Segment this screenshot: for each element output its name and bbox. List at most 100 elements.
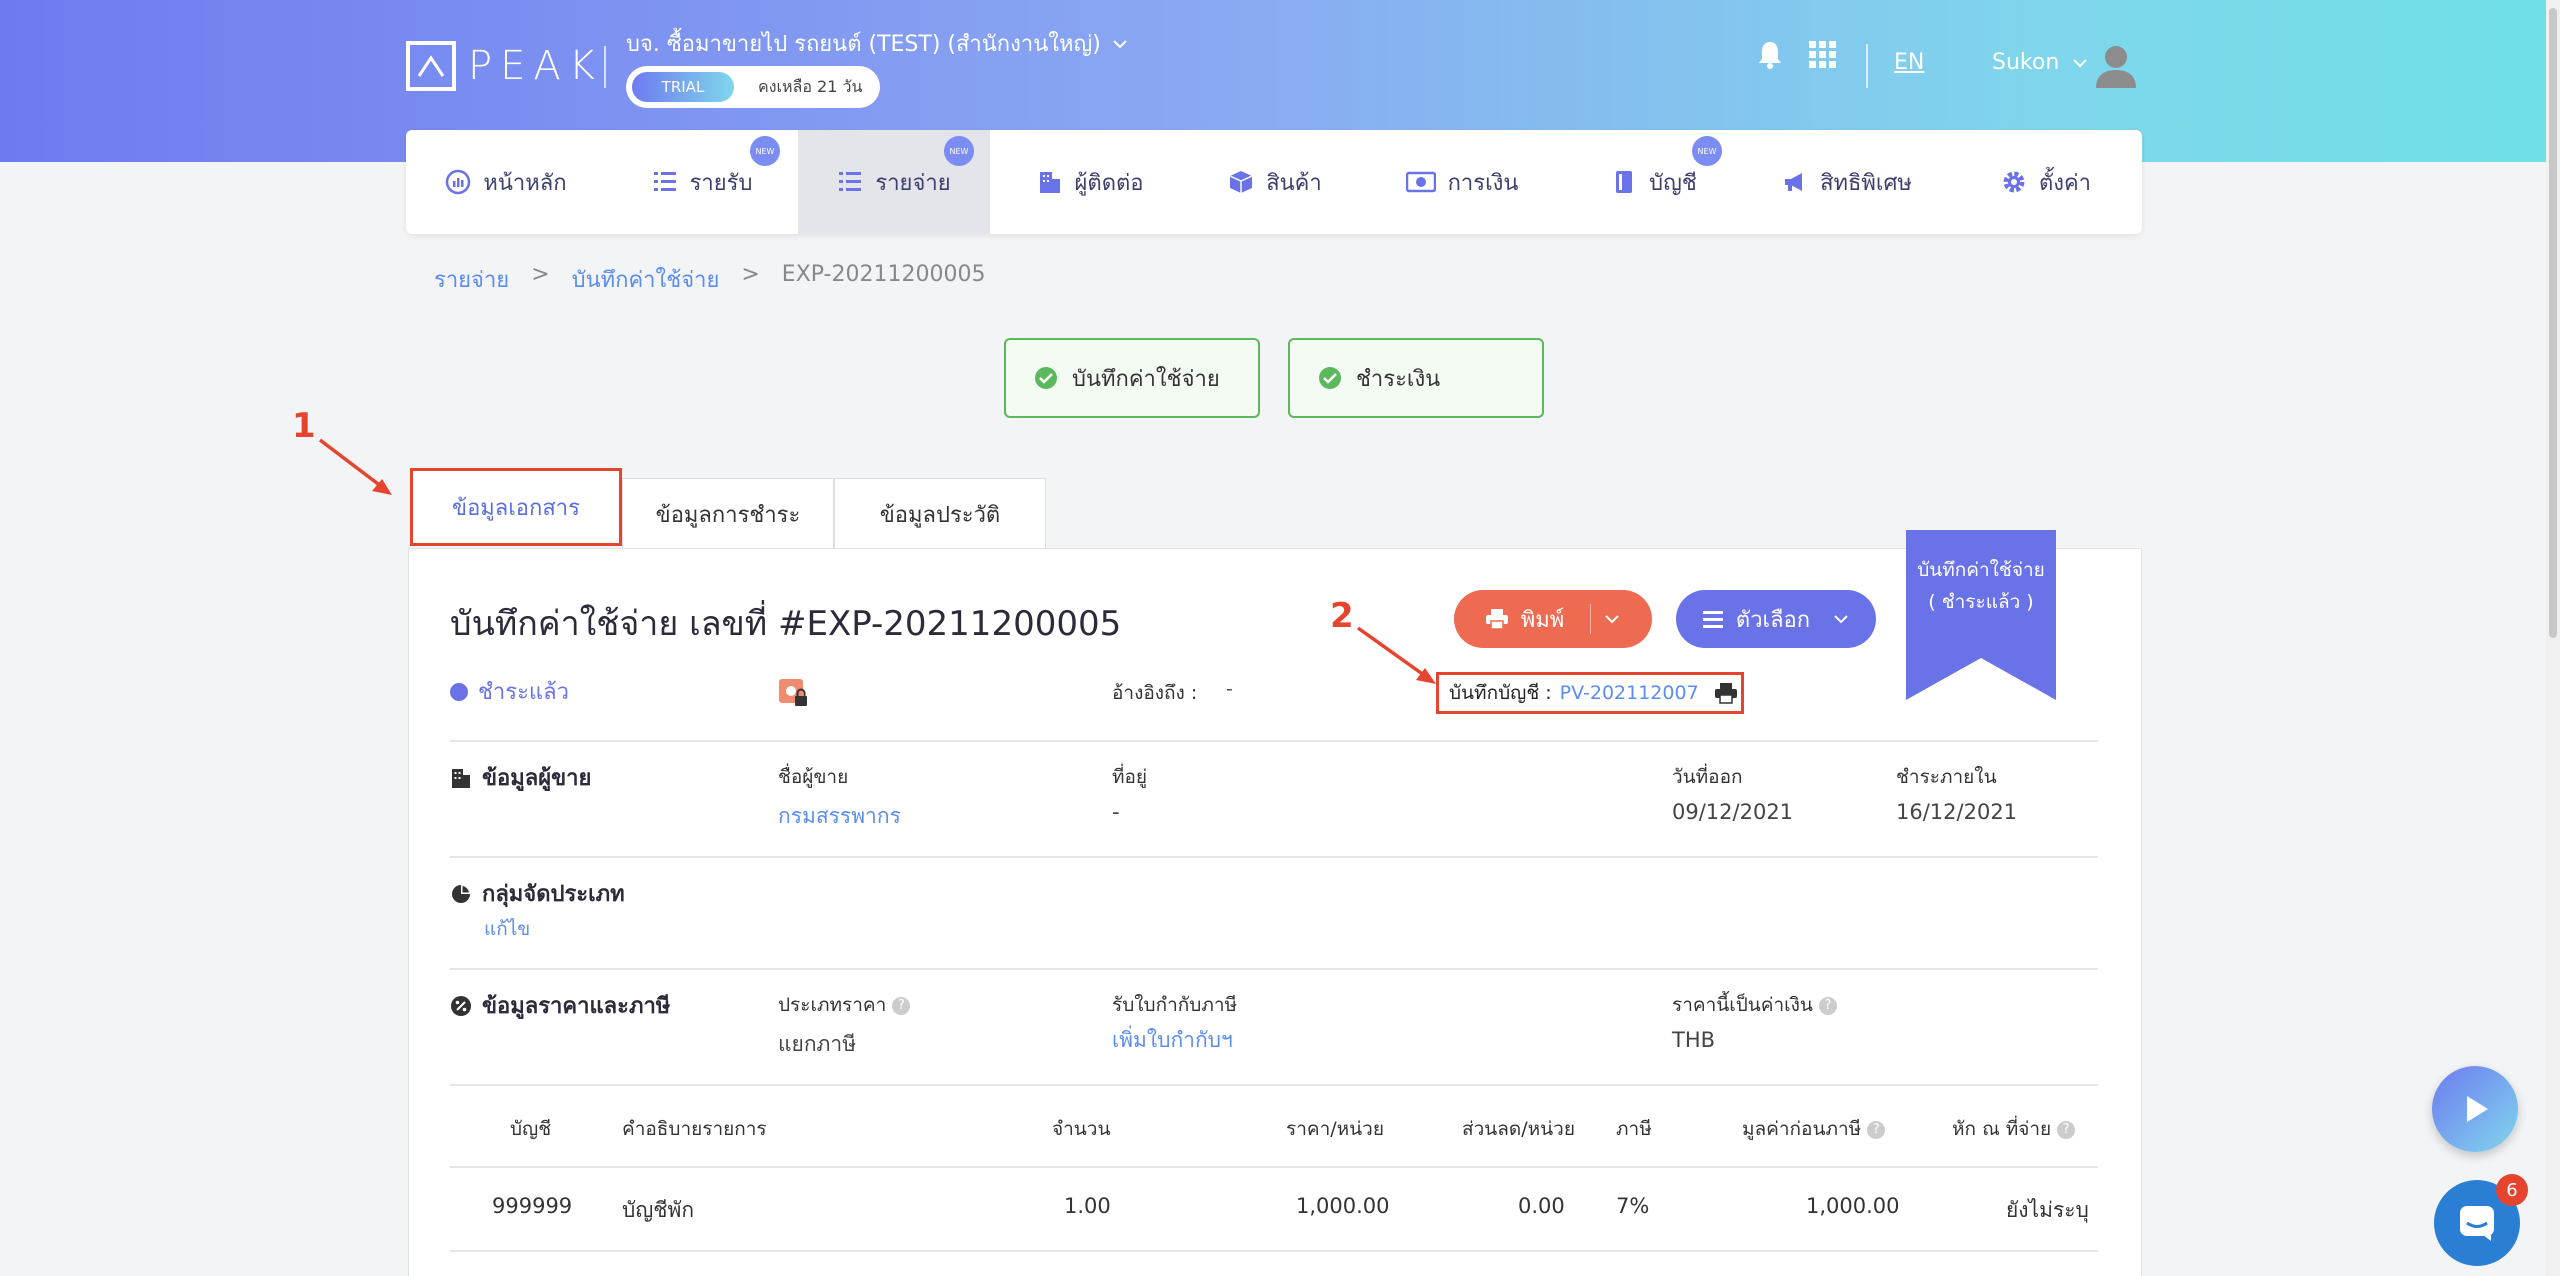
table-cell: ยังไม่ระบุ — [2006, 1198, 2089, 1222]
step-record-expense[interactable]: บันทึกค่าใช้จ่าย — [1004, 338, 1260, 418]
nav-label: ผู้ติดต่อ — [1074, 170, 1144, 196]
table-cell: 7% — [1616, 1194, 1650, 1218]
help-icon[interactable]: ? — [892, 996, 911, 1015]
section-label: ข้อมูลผู้ขาย — [482, 766, 592, 791]
apps-grid-icon[interactable] — [1808, 40, 1838, 74]
list-icon — [839, 172, 862, 191]
nav-item-settings[interactable]: ตั้งค่า — [1950, 130, 2142, 234]
breadcrumb-sep: > — [741, 262, 760, 287]
nav-item-privileges[interactable]: สิทธิพิเศษ — [1744, 130, 1950, 234]
tab-history[interactable]: ข้อมูลประวัติ — [834, 478, 1046, 550]
document-tabs: ข้อมูลเอกสาร ข้อมูลการชำระ ข้อมูลประวัติ — [410, 468, 1046, 550]
category-edit-link[interactable]: แก้ไข — [484, 914, 530, 944]
print-label: พิมพ์ — [1520, 607, 1565, 633]
chevron-down-icon — [2073, 58, 2087, 67]
table-cell: 1,000.00 — [1296, 1194, 1390, 1218]
video-tutorial-button[interactable] — [2432, 1066, 2518, 1152]
status-dot-icon — [450, 682, 468, 701]
button-divider — [1590, 604, 1592, 634]
ribbon-text: บันทึกค่าใช้จ่าย ( ชำระแล้ว ) — [1906, 554, 2056, 618]
help-icon[interactable]: ? — [2057, 1120, 2076, 1139]
divider — [450, 1084, 2098, 1086]
gl-entry-link[interactable]: PV-202112007 — [1560, 682, 1699, 704]
status-text: ชำระแล้ว — [478, 680, 569, 705]
step-label: บันทึกค่าใช้จ่าย — [1072, 366, 1220, 392]
tab-payment-info[interactable]: ข้อมูลการชำระ — [622, 478, 834, 550]
gear-icon — [2003, 171, 2025, 193]
table-header-text: หัก ณ ที่จ่าย — [1952, 1118, 2052, 1140]
nav-label: ตั้งค่า — [2038, 170, 2092, 196]
table-header: คำอธิบายรายการ — [622, 1118, 767, 1140]
nav-item-accounting[interactable]: บัญชี NEW — [1564, 130, 1744, 234]
annotation-number-2: 2 — [1330, 596, 1354, 636]
nav-item-expense[interactable]: รายจ่าย NEW — [798, 130, 990, 234]
nav-item-products[interactable]: สินค้า — [1190, 130, 1360, 234]
nav-item-income[interactable]: รายรับ NEW — [606, 130, 798, 234]
print-button[interactable]: พิมพ์ — [1454, 590, 1652, 648]
help-icon[interactable]: ? — [1867, 1120, 1886, 1139]
pricing-section-title: ข้อมูลราคาและภาษี — [450, 988, 670, 1023]
vendor-name-link[interactable]: กรมสรรพากร — [778, 800, 901, 833]
help-icon[interactable]: ? — [1818, 996, 1837, 1015]
options-button[interactable]: ตัวเลือก — [1676, 590, 1876, 648]
add-tax-invoice-link[interactable]: เพิ่มใบกำกับฯ — [1112, 1024, 1233, 1057]
price-type-label: ประเภทราคา? — [778, 990, 911, 1020]
divider — [450, 856, 2098, 858]
breadcrumb-expense-record[interactable]: บันทึกค่าใช้จ่าย — [572, 262, 720, 297]
nav-item-finance[interactable]: การเงิน — [1360, 130, 1564, 234]
nav-label: สิทธิพิเศษ — [1820, 170, 1912, 196]
nav-label: หน้าหลัก — [483, 170, 567, 196]
language-switch[interactable]: EN — [1894, 50, 1924, 75]
trial-remaining: คงเหลือ 21 วัน — [758, 76, 863, 96]
table-cell: 0.00 — [1518, 1194, 1565, 1218]
chevron-down-icon — [1834, 615, 1848, 624]
annotation-arrow-1 — [318, 438, 392, 495]
nav-item-contacts[interactable]: ผู้ติดต่อ — [990, 130, 1190, 234]
step-payment[interactable]: ชำระเงิน — [1288, 338, 1544, 418]
currency-value: THB — [1672, 1028, 1716, 1052]
divider — [450, 1250, 2098, 1252]
breadcrumb-expense[interactable]: รายจ่าย — [434, 262, 509, 297]
trial-status: TRIAL คงเหลือ 21 วัน — [626, 66, 880, 108]
chart-icon — [446, 169, 471, 195]
header-divider — [1866, 44, 1868, 88]
table-header: จำนวน — [1052, 1118, 1111, 1140]
play-icon — [2467, 1096, 2488, 1122]
nav-item-home[interactable]: หน้าหลัก — [406, 130, 606, 234]
options-label: ตัวเลือก — [1735, 607, 1811, 633]
divider — [450, 1166, 2098, 1168]
nav-label: รายจ่าย — [875, 170, 951, 196]
user-name: Sukon — [1992, 50, 2060, 75]
percent-icon — [451, 995, 471, 1016]
table-header: ส่วนลด/หน่วย — [1462, 1118, 1575, 1140]
category-section-title: กลุ่มจัดประเภท — [450, 876, 625, 911]
table-header: หัก ณ ที่จ่าย? — [1952, 1114, 2076, 1144]
new-badge: NEW — [750, 136, 780, 166]
vendor-name-label: ชื่อผู้ขาย — [778, 766, 849, 788]
user-menu[interactable]: Sukon — [1992, 50, 2089, 75]
chat-icon — [2460, 1206, 2494, 1241]
new-badge: NEW — [1692, 136, 1722, 166]
check-circle-icon — [1319, 367, 1341, 389]
document-title: บันทึกค่าใช้จ่าย เลขที่ #EXP-20211200005 — [450, 604, 1122, 644]
attachment-lock-icon[interactable] — [778, 678, 808, 708]
status-badge: ชำระแล้ว — [450, 674, 569, 709]
money-icon — [1405, 171, 1436, 193]
annotation-arrow-2 — [1356, 626, 1436, 684]
table-header: ภาษี — [1616, 1118, 1652, 1140]
nav-label: บัญชี — [1649, 170, 1697, 196]
price-type-label-text: ประเภทราคา — [778, 994, 887, 1016]
avatar[interactable] — [2094, 42, 2138, 88]
printer-icon[interactable] — [1713, 682, 1739, 704]
box-icon — [1229, 171, 1253, 193]
table-header: บัญชี — [510, 1118, 552, 1140]
peak-logo[interactable]: PEAK — [406, 41, 603, 91]
new-badge: NEW — [944, 136, 974, 166]
table-cell: บัญชีพัก — [622, 1198, 695, 1222]
menu-icon — [1702, 611, 1723, 628]
bell-icon[interactable] — [1756, 40, 1784, 74]
scrollbar-thumb[interactable] — [2549, 8, 2557, 638]
nav-label: การเงิน — [1447, 170, 1519, 196]
tab-document-info[interactable]: ข้อมูลเอกสาร — [410, 468, 622, 546]
company-selector[interactable]: บจ. ซื้อมาขายไป รถยนต์ (TEST) (สำนักงานใ… — [626, 26, 1129, 61]
